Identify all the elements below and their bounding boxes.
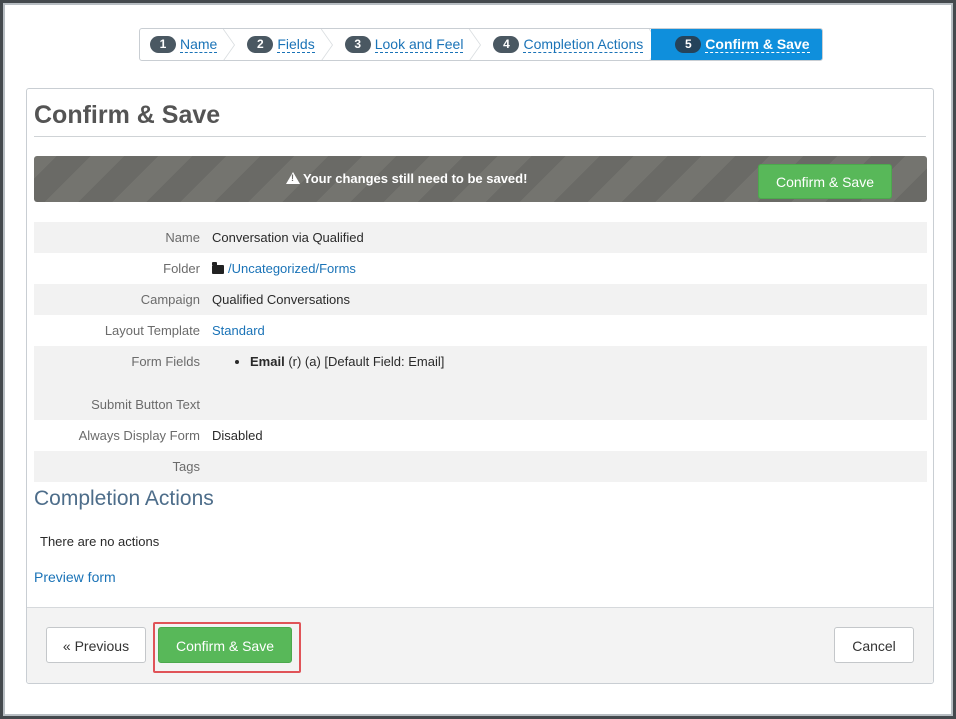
step-number: 5 <box>675 36 702 53</box>
step-label[interactable]: Completion Actions <box>523 36 644 53</box>
step-label[interactable]: Look and Feel <box>374 36 464 53</box>
chevron-right-icon <box>468 29 483 60</box>
warning-icon <box>286 172 300 184</box>
list-item: Email (r) (a) [Default Field: Email] <box>250 354 927 369</box>
no-actions-text: There are no actions <box>40 534 160 549</box>
step-label[interactable]: Name <box>180 36 218 53</box>
form-fields-list: Email (r) (a) [Default Field: Email] <box>212 354 927 369</box>
field-value: Qualified Conversations <box>212 292 351 307</box>
folder-link-forms[interactable]: Forms <box>319 261 356 276</box>
field-label: Always Display Form <box>78 428 200 443</box>
step-label[interactable]: Confirm & Save <box>705 36 810 53</box>
wizard-step-name[interactable]: 1 Name <box>140 29 237 60</box>
confirm-panel: Confirm & Save Your changes still need t… <box>26 88 934 684</box>
field-value: Conversation via Qualified <box>212 230 364 245</box>
wizard-step-completion-actions[interactable]: 4 Completion Actions <box>483 29 663 60</box>
divider <box>34 136 926 137</box>
folder-link-uncategorized[interactable]: Uncategorized <box>232 261 316 276</box>
chevron-right-icon <box>319 29 335 60</box>
summary-row-campaign: Campaign Qualified Conversations <box>34 284 927 315</box>
folder-icon <box>212 262 224 274</box>
summary-row-name: Name Conversation via Qualified <box>34 222 927 253</box>
form-fields-value: Email (r) (a) [Default Field: Email] <box>200 346 927 420</box>
step-number: 2 <box>247 36 274 53</box>
confirm-save-button[interactable]: Confirm & Save <box>158 627 292 663</box>
footer-actions: « Previous Confirm & Save Cancel <box>27 607 933 683</box>
summary-row-form-fields: Form Fields Submit Button Text Email (r)… <box>34 346 927 420</box>
wizard-step-look-and-feel[interactable]: 3 Look and Feel <box>335 29 484 60</box>
summary-row-layout-template: Layout Template Standard <box>34 315 927 346</box>
cancel-button[interactable]: Cancel <box>834 627 914 663</box>
preview-form-link[interactable]: Preview form <box>34 569 116 585</box>
alert-confirm-save-button[interactable]: Confirm & Save <box>758 164 892 199</box>
summary-row-tags: Tags <box>34 451 927 482</box>
field-details: (r) (a) [Default Field: Email] <box>288 354 445 369</box>
app-window: 1 Name 2 Fields 3 Look and Feel 4 Comple… <box>3 3 953 716</box>
unsaved-changes-alert: Your changes still need to be saved! Con… <box>34 156 927 202</box>
wizard-step-fields[interactable]: 2 Fields <box>237 29 334 60</box>
field-label: Submit Button Text <box>91 397 200 412</box>
field-label: Folder <box>163 261 200 276</box>
form-summary: Name Conversation via Qualified Folder /… <box>34 222 927 482</box>
step-number: 1 <box>150 36 176 53</box>
alert-message: Your changes still need to be saved! <box>286 171 527 186</box>
field-value: Standard <box>200 315 927 346</box>
field-value: Disabled <box>212 428 263 443</box>
chevron-right-icon <box>222 29 237 60</box>
field-label: Campaign <box>140 292 200 307</box>
wizard-step-confirm-save[interactable]: 5 Confirm & Save <box>651 29 822 60</box>
page-content: 1 Name 2 Fields 3 Look and Feel 4 Comple… <box>11 11 945 708</box>
completion-actions-heading: Completion Actions <box>34 487 214 510</box>
field-label-group: Form Fields Submit Button Text <box>34 346 200 420</box>
summary-row-always-display-form: Always Display Form Disabled <box>34 420 927 451</box>
previous-button[interactable]: « Previous <box>46 627 146 663</box>
wizard-steps: 1 Name 2 Fields 3 Look and Feel 4 Comple… <box>139 28 823 61</box>
step-label[interactable]: Fields <box>277 36 315 53</box>
field-label: Form Fields <box>131 354 200 369</box>
field-label: Name <box>165 230 200 245</box>
field-value <box>200 451 927 482</box>
step-number: 3 <box>344 36 371 53</box>
field-name: Email <box>250 354 285 369</box>
field-label: Tags <box>172 459 200 474</box>
page-title: Confirm & Save <box>34 101 221 129</box>
folder-value: /Uncategorized/Forms <box>200 253 927 284</box>
field-label: Layout Template <box>104 323 200 338</box>
step-number: 4 <box>493 36 520 53</box>
layout-template-link[interactable]: Standard <box>212 323 265 338</box>
summary-row-folder: Folder /Uncategorized/Forms <box>34 253 927 284</box>
alert-message-text: Your changes still need to be saved! <box>303 171 528 186</box>
